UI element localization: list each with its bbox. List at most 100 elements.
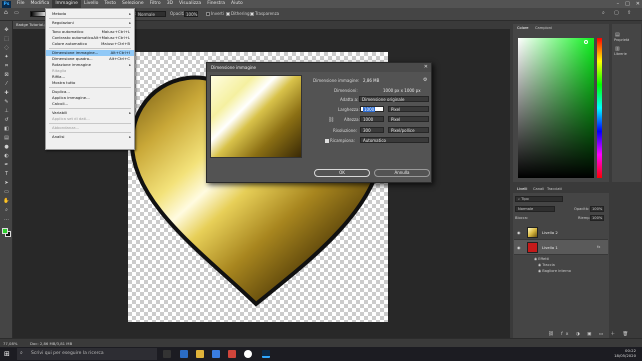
color-picker-cursor[interactable] <box>584 40 588 44</box>
eraser-tool-icon[interactable]: ◧ <box>3 126 10 132</box>
resample-select[interactable]: Automatico <box>360 137 429 143</box>
maximize-icon[interactable]: □ <box>625 1 630 7</box>
link-icon[interactable]: ⛓ <box>328 117 334 123</box>
share-icon[interactable]: ⇪ <box>627 10 631 16</box>
history-brush-icon[interactable]: ↺ <box>3 117 10 123</box>
effect-stroke-row[interactable]: ◉ Traccia <box>538 263 555 267</box>
tab-color[interactable]: Colore <box>517 26 529 30</box>
menu-aiuto[interactable]: Aiuto <box>228 0 246 8</box>
blend-mode-select[interactable]: Normale <box>515 206 555 212</box>
tab-channels[interactable]: Canali <box>533 187 544 191</box>
menu-livello[interactable]: Livello <box>81 0 101 8</box>
menu-item[interactable]: Calcoli... <box>46 101 134 107</box>
blur-tool-icon[interactable]: ● <box>3 144 10 150</box>
cancel-button[interactable]: Annulla <box>374 169 430 177</box>
visibility-eye-icon[interactable]: ◉ <box>517 245 521 250</box>
resolution-unit-select[interactable]: Pixel/pollice <box>388 127 429 133</box>
hue-slider[interactable] <box>597 38 602 178</box>
menu-visualizza[interactable]: Visualizza <box>176 0 204 8</box>
menu-item[interactable]: Analisi ▸ <box>46 134 134 140</box>
height-input[interactable]: 1000 <box>360 116 384 122</box>
task-view-icon[interactable] <box>163 350 171 358</box>
eyedropper-icon[interactable]: ⁄ <box>3 81 10 87</box>
system-clock[interactable]: 00:22 18/05/2020 <box>614 348 636 358</box>
minimize-icon[interactable]: – <box>617 1 620 7</box>
menu-modifica[interactable]: Modifica <box>28 0 53 8</box>
menu-testo[interactable]: Testo <box>101 0 119 8</box>
chrome-icon[interactable] <box>244 350 252 358</box>
layer-row-2[interactable]: ◉ Livello 2 <box>514 225 608 240</box>
layer-name[interactable]: Livello 2 <box>542 230 558 235</box>
foreground-color-swatch[interactable] <box>2 228 8 234</box>
width-input[interactable]: 1000 <box>360 106 384 112</box>
menu-item[interactable]: Colore automatico Maiusc+Ctrl+B <box>46 41 134 47</box>
layer-actions-icons[interactable]: ⛓ fx ◑ ▣ ▭ ＋ 🗑 <box>548 331 631 337</box>
fx-badge[interactable]: fx <box>597 245 600 249</box>
pen-tool-icon[interactable]: ✒ <box>3 162 10 168</box>
edge-browser-icon[interactable] <box>180 350 188 358</box>
tab-paths[interactable]: Tracciati <box>547 187 562 191</box>
effect-inner-glow-row[interactable]: ◉ Bagliore interno <box>538 269 571 273</box>
gradient-tool-icon[interactable]: ▭ <box>14 10 19 16</box>
resample-checkbox[interactable]: Ricampiona: <box>325 138 355 143</box>
clone-stamp-icon[interactable]: ⊥ <box>3 108 10 114</box>
menu-file[interactable]: File <box>14 0 28 8</box>
brush-tool-icon[interactable]: ✎ <box>3 99 10 105</box>
close-icon[interactable]: ✕ <box>424 64 428 70</box>
menu-item[interactable]: Regolazioni ▸ <box>46 20 134 26</box>
mode-select[interactable]: Normale <box>136 11 166 17</box>
marquee-tool-icon[interactable]: ⬚ <box>3 36 10 42</box>
dithering-checkbox[interactable]: Dithering <box>226 11 250 16</box>
menu-finestra[interactable]: Finestra <box>204 0 228 8</box>
close-icon[interactable]: ✕ <box>636 1 640 7</box>
color-picker-field[interactable] <box>518 38 594 178</box>
layer-opacity-field[interactable]: 100% <box>590 206 604 212</box>
library-label[interactable]: Librerie <box>614 52 627 56</box>
image-preview[interactable] <box>210 75 302 158</box>
move-tool-icon[interactable]: ✥ <box>3 27 10 33</box>
tab-layers[interactable]: Livelli <box>517 187 527 191</box>
zoom-level[interactable]: 77,08% <box>3 341 17 346</box>
width-unit-select[interactable]: Pixel <box>388 106 429 112</box>
crop-tool-icon[interactable]: ⌗ <box>3 63 10 69</box>
gear-icon[interactable]: ⚙ <box>423 77 427 83</box>
height-unit-select[interactable]: Pixel <box>388 116 429 122</box>
healing-brush-icon[interactable]: ✚ <box>3 90 10 96</box>
menu-item[interactable]: Metodo ▸ <box>46 11 134 17</box>
photoshop-taskbar-icon[interactable] <box>262 350 270 358</box>
file-explorer-icon[interactable] <box>196 350 204 358</box>
shape-tool-icon[interactable]: ▭ <box>3 189 10 195</box>
visibility-eye-icon[interactable]: ◉ <box>517 230 521 235</box>
menu-selezione[interactable]: Selezione <box>119 0 147 8</box>
frame-tool-icon[interactable]: ⊠ <box>3 72 10 78</box>
lasso-tool-icon[interactable]: ◌ <box>3 45 10 51</box>
type-tool-icon[interactable]: T <box>3 171 10 177</box>
trasparenza-checkbox[interactable]: Trasparenza <box>250 11 279 16</box>
fit-select[interactable]: Dimensione originale <box>359 96 429 102</box>
mail-icon[interactable] <box>228 350 236 358</box>
properties-label[interactable]: Proprietà <box>614 38 629 42</box>
zoom-tool-icon[interactable]: ⌕ <box>3 207 10 213</box>
taskbar-search-box[interactable]: Scrivi qui per eseguire la ricerca <box>17 348 157 360</box>
menu-3d[interactable]: 3D <box>164 0 176 8</box>
resolution-input[interactable]: 300 <box>360 127 384 133</box>
workspace-icon[interactable]: ▢ <box>614 10 619 16</box>
menu-filtro[interactable]: Filtro <box>147 0 164 8</box>
menu-item[interactable]: Mostra tutto <box>46 80 134 86</box>
tab-swatches[interactable]: Campioni <box>535 26 552 30</box>
layer-row-1[interactable]: ◉ Livello 1 fx <box>514 240 608 255</box>
inverti-checkbox[interactable]: Inverti <box>206 11 224 16</box>
opacity-field[interactable]: 100% <box>184 11 198 17</box>
menu-immagine[interactable]: Immagine <box>52 0 81 8</box>
store-icon[interactable] <box>212 350 220 358</box>
magic-wand-icon[interactable]: ✦ <box>3 54 10 60</box>
search-icon[interactable]: ⌕ <box>602 10 605 16</box>
layer-filter-select[interactable]: ⌕ Tipo <box>515 196 563 202</box>
windows-start-icon[interactable]: ⊞ <box>4 350 10 358</box>
dodge-tool-icon[interactable]: ◐ <box>3 153 10 159</box>
home-icon[interactable]: ⌂ <box>4 9 8 16</box>
ok-button[interactable]: OK <box>314 169 370 177</box>
more-tools-icon[interactable]: … <box>3 216 10 222</box>
path-selection-icon[interactable]: ➤ <box>3 180 10 186</box>
hand-tool-icon[interactable]: ✋ <box>3 198 10 204</box>
